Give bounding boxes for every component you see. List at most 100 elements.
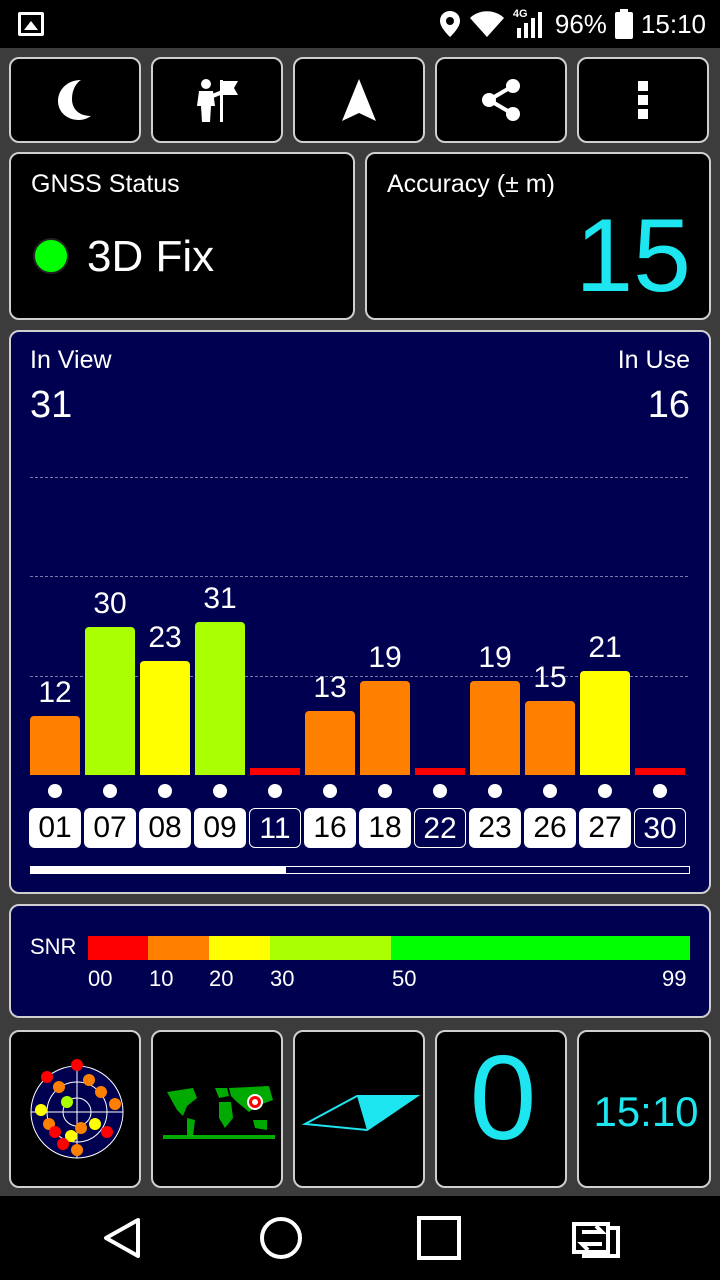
snr-bar xyxy=(360,680,410,775)
waypoint-button[interactable] xyxy=(151,57,283,143)
fix-status: 3D Fix xyxy=(87,232,215,281)
snr-bar xyxy=(305,710,355,775)
snr-bar-value: 19 xyxy=(478,640,512,674)
person-flag-icon xyxy=(197,79,238,122)
sky-plot-icon xyxy=(30,1059,124,1159)
snr-bar xyxy=(30,715,80,775)
satellite-prn-label: 26 xyxy=(524,808,576,848)
sky-view-tile[interactable] xyxy=(9,1030,141,1188)
satellite-dot-icon xyxy=(158,784,172,798)
speed-tile[interactable]: 0 xyxy=(435,1030,567,1188)
accuracy-card[interactable]: Accuracy (± m) 15 xyxy=(365,152,711,320)
more-vert-icon xyxy=(638,81,648,119)
snr-bar xyxy=(415,768,465,775)
in-use-label: In Use xyxy=(617,346,690,374)
signal-icon: 4G xyxy=(513,8,547,38)
share-button[interactable] xyxy=(435,57,567,143)
satellite-dot-icon xyxy=(268,784,282,798)
satellite-dot-icon xyxy=(543,784,557,798)
snr-bar-value: 31 xyxy=(203,581,237,615)
satellite-dot-icon xyxy=(488,784,502,798)
in-view-count: 31 xyxy=(30,384,73,426)
navigate-button[interactable] xyxy=(293,57,425,143)
switch-app-button[interactable] xyxy=(568,1214,624,1262)
satellite-prn-label: 22 xyxy=(414,808,466,848)
snr-label: SNR xyxy=(30,934,77,959)
satellite-dot-icon xyxy=(653,784,667,798)
snr-bar-value: 13 xyxy=(313,670,347,704)
snr-bar-value: 19 xyxy=(368,640,402,674)
speed-value: 0 xyxy=(469,1031,537,1165)
satellite-prn-label: 16 xyxy=(304,808,356,848)
fix-indicator-icon xyxy=(33,238,69,274)
clock: 15:10 xyxy=(640,8,706,39)
moon-icon xyxy=(58,80,91,120)
satellite-dot-icon xyxy=(433,784,447,798)
satellite-dot-icon xyxy=(323,784,337,798)
compass-tile[interactable] xyxy=(293,1030,425,1188)
snr-bar xyxy=(580,671,630,775)
navigation-arrow-icon xyxy=(342,79,376,121)
satellite-prn-label: 27 xyxy=(579,808,631,848)
status-icons: 4G 96% 15:10 xyxy=(439,0,706,48)
satellite-dot-icon xyxy=(48,784,62,798)
in-view-label: In View xyxy=(30,346,112,374)
world-map-tile[interactable] xyxy=(151,1030,283,1188)
snr-bar-value: 30 xyxy=(93,586,127,620)
chart-scroll-track[interactable] xyxy=(30,866,690,874)
snr-bar xyxy=(250,768,300,775)
snr-bar-value: 12 xyxy=(38,675,72,709)
snr-scale-tick: 00 xyxy=(88,966,113,991)
accuracy-title: Accuracy (± m) xyxy=(387,170,555,198)
snr-scale-tick: 30 xyxy=(270,966,295,991)
recents-button[interactable] xyxy=(414,1214,464,1262)
recents-icon xyxy=(417,1216,461,1260)
snr-scale-tick: 10 xyxy=(149,966,174,991)
status-bar: 4G 96% 15:10 xyxy=(0,0,720,48)
satellite-dot-icon xyxy=(598,784,612,798)
snr-bar-value: 15 xyxy=(533,660,567,694)
gnss-status-card[interactable]: GNSS Status 3D Fix xyxy=(9,152,355,320)
satellite-prn-label: 18 xyxy=(359,808,411,848)
satellite-prn-label: 07 xyxy=(84,808,136,848)
snr-legend-card xyxy=(9,904,711,1018)
snr-bar xyxy=(635,768,685,775)
clock-value: 15:10 xyxy=(593,1088,699,1135)
snr-bar-value: 21 xyxy=(588,631,622,665)
back-button[interactable] xyxy=(98,1214,148,1262)
snr-bar-value: 23 xyxy=(148,621,182,655)
snr-scale-tick: 20 xyxy=(209,966,234,991)
satellite-prn-label: 11 xyxy=(249,808,301,848)
share-icon xyxy=(482,79,520,121)
chart-scroll-thumb[interactable] xyxy=(31,867,286,873)
home-icon xyxy=(260,1217,302,1259)
snr-scale-segment xyxy=(148,936,209,960)
back-icon xyxy=(104,1218,140,1258)
satellite-prn-label: 23 xyxy=(469,808,521,848)
satellite-dot-icon xyxy=(103,784,117,798)
snr-bar xyxy=(525,700,575,775)
snr-bar xyxy=(470,680,520,775)
switch-app-icon xyxy=(572,1222,620,1258)
location-pin-icon xyxy=(439,11,460,37)
snr-scale-segment xyxy=(391,936,690,960)
snr-bar xyxy=(85,626,135,775)
satellite-prn-label: 01 xyxy=(29,808,81,848)
snr-scale-segment xyxy=(88,936,148,960)
chart-gridline xyxy=(30,477,688,478)
satellite-prn-label: 08 xyxy=(139,808,191,848)
battery-percent: 96% xyxy=(554,8,607,39)
overflow-menu-button[interactable] xyxy=(577,57,709,143)
clock-tile[interactable]: 15:10 xyxy=(577,1030,711,1188)
night-mode-button[interactable] xyxy=(9,57,141,143)
battery-icon xyxy=(614,9,633,39)
home-button[interactable] xyxy=(256,1214,306,1262)
navigation-bar xyxy=(0,1196,720,1280)
satellite-prn-label: 09 xyxy=(194,808,246,848)
in-use-count: 16 xyxy=(647,384,690,426)
satellite-prn-label: 30 xyxy=(634,808,686,848)
world-map-icon xyxy=(163,1084,275,1140)
satellite-dot-icon xyxy=(378,784,392,798)
wifi-icon xyxy=(469,11,504,37)
accuracy-value: 15 xyxy=(575,198,691,314)
